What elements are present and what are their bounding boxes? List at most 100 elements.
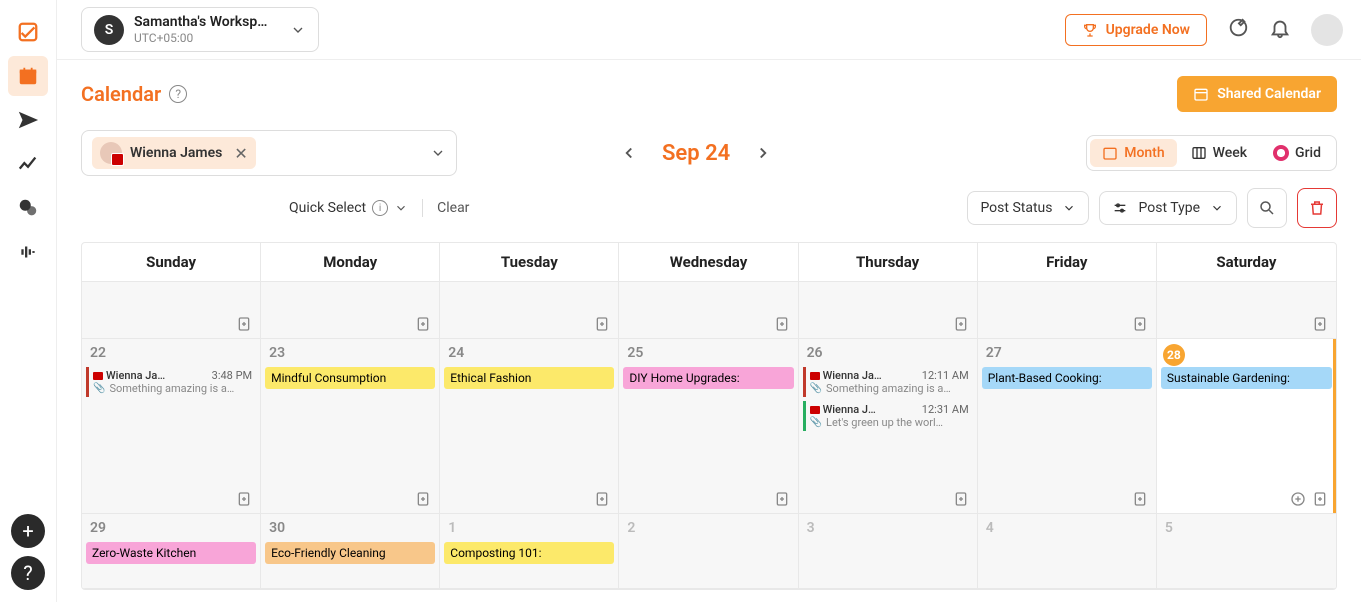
calendar-cell[interactable]: 5: [1157, 514, 1336, 589]
calendar-cell[interactable]: [799, 282, 978, 339]
send-nav-icon[interactable]: [8, 100, 48, 140]
calendar-nav-icon[interactable]: [8, 56, 48, 96]
sidebar: + ?: [0, 0, 56, 602]
calendar-cell[interactable]: 27Plant-Based Cooking:: [978, 339, 1157, 514]
calendar-cell[interactable]: 24Ethical Fashion: [440, 339, 619, 514]
day-header: Thursday: [799, 243, 978, 282]
workspace-selector[interactable]: S Samantha's Worksp… UTC+05:00: [81, 7, 319, 52]
event[interactable]: Zero-Waste Kitchen: [86, 542, 256, 564]
attachment-icon: 📎: [810, 383, 822, 394]
upgrade-button[interactable]: Upgrade Now: [1065, 14, 1207, 46]
add-note-icon[interactable]: [774, 491, 790, 507]
platform-icon: [810, 406, 820, 414]
help-icon[interactable]: ?: [169, 85, 187, 103]
calendar-cell[interactable]: [261, 282, 440, 339]
view-toggle: Month Week Grid: [1086, 135, 1337, 171]
calendar-icon: [1102, 145, 1118, 161]
calendar-cell[interactable]: [978, 282, 1157, 339]
event[interactable]: Mindful Consumption: [265, 367, 435, 389]
calendar-cell[interactable]: [82, 282, 261, 339]
day-header: Friday: [978, 243, 1157, 282]
post-item[interactable]: Wienna J…12:31 AM📎Let's green up the wor…: [803, 401, 973, 431]
post-status-filter[interactable]: Post Status: [967, 191, 1089, 225]
help-button[interactable]: ?: [11, 556, 45, 590]
analytics-nav-icon[interactable]: [8, 144, 48, 184]
bell-icon[interactable]: [1269, 17, 1291, 43]
add-circle-icon[interactable]: [1290, 491, 1306, 507]
add-note-icon[interactable]: [415, 316, 431, 332]
workspace-name: Samantha's Worksp…: [134, 14, 280, 31]
post-item[interactable]: Wienna Ja…3:48 PM 📎Something amazing is …: [86, 367, 256, 397]
calendar-grid: Sunday Monday Tuesday Wednesday Thursday…: [81, 242, 1337, 590]
event[interactable]: Eco-Friendly Cleaning: [265, 542, 435, 564]
notes-icon[interactable]: [1227, 17, 1249, 43]
remove-profile-icon[interactable]: ✕: [234, 144, 247, 163]
event[interactable]: DIY Home Upgrades:: [623, 367, 793, 389]
view-month[interactable]: Month: [1090, 139, 1176, 167]
add-note-icon[interactable]: [953, 316, 969, 332]
day-header: Wednesday: [619, 243, 798, 282]
event[interactable]: Ethical Fashion: [444, 367, 614, 389]
add-note-icon[interactable]: [1312, 316, 1328, 332]
month-label: Sep 24: [662, 141, 730, 166]
calendar-cell[interactable]: 29Zero-Waste Kitchen: [82, 514, 261, 589]
profile-selector[interactable]: Wienna James ✕: [81, 130, 457, 176]
calendar-cell[interactable]: 2: [619, 514, 798, 589]
platform-icon: [93, 372, 103, 380]
columns-icon: [1191, 145, 1207, 161]
topbar: S Samantha's Worksp… UTC+05:00 Upgrade N…: [57, 0, 1361, 60]
delete-button[interactable]: [1297, 188, 1337, 228]
chevron-down-icon: [430, 145, 446, 161]
add-note-icon[interactable]: [774, 316, 790, 332]
add-note-icon[interactable]: [236, 491, 252, 507]
workspace-avatar: S: [94, 15, 124, 45]
add-note-icon[interactable]: [1132, 491, 1148, 507]
audio-nav-icon[interactable]: [8, 232, 48, 272]
quick-select[interactable]: Quick Select i: [289, 200, 408, 216]
calendar-cell[interactable]: [619, 282, 798, 339]
page-header: Calendar ? Shared Calendar: [57, 60, 1361, 122]
search-button[interactable]: [1247, 188, 1287, 228]
add-note-icon[interactable]: [594, 491, 610, 507]
next-month-icon[interactable]: [754, 144, 772, 162]
logo-icon[interactable]: [8, 12, 48, 52]
shared-calendar-label: Shared Calendar: [1217, 86, 1321, 102]
view-week[interactable]: Week: [1179, 139, 1259, 167]
event[interactable]: Composting 101:: [444, 542, 614, 564]
calendar-cell[interactable]: 23Mindful Consumption: [261, 339, 440, 514]
add-note-icon[interactable]: [594, 316, 610, 332]
main: S Samantha's Worksp… UTC+05:00 Upgrade N…: [56, 0, 1361, 602]
add-note-icon[interactable]: [953, 491, 969, 507]
calendar-cell[interactable]: [440, 282, 619, 339]
chat-nav-icon[interactable]: [8, 188, 48, 228]
today-badge: 28: [1163, 344, 1185, 366]
calendar-cell[interactable]: 26 Wienna Ja…12:11 AM📎Something amazing …: [799, 339, 978, 514]
calendar-cell[interactable]: 22 Wienna Ja…3:48 PM 📎Something amazing …: [82, 339, 261, 514]
day-header: Monday: [261, 243, 440, 282]
calendar-cell[interactable]: [1157, 282, 1336, 339]
post-type-filter[interactable]: Post Type: [1099, 191, 1237, 225]
add-button[interactable]: +: [11, 514, 45, 548]
attachment-icon: 📎: [93, 383, 105, 394]
clear-button[interactable]: Clear: [437, 200, 469, 216]
calendar-cell[interactable]: 4: [978, 514, 1157, 589]
add-note-icon[interactable]: [236, 316, 252, 332]
profile-name: Wienna James: [130, 145, 222, 161]
shared-calendar-button[interactable]: Shared Calendar: [1177, 76, 1337, 112]
add-note-icon[interactable]: [1132, 316, 1148, 332]
view-grid[interactable]: Grid: [1261, 139, 1333, 167]
post-item[interactable]: Wienna Ja…12:11 AM📎Something amazing is …: [803, 367, 973, 397]
user-avatar[interactable]: [1311, 14, 1343, 46]
info-icon[interactable]: i: [372, 200, 388, 216]
event[interactable]: Plant-Based Cooking:: [982, 367, 1152, 389]
prev-month-icon[interactable]: [620, 144, 638, 162]
calendar-cell[interactable]: 25DIY Home Upgrades:: [619, 339, 798, 514]
calendar-cell[interactable]: 1Composting 101:: [440, 514, 619, 589]
calendar-cell[interactable]: 30Eco-Friendly Cleaning: [261, 514, 440, 589]
calendar-cell-today[interactable]: 28 Sustainable Gardening:: [1157, 339, 1336, 514]
chevron-down-icon: [290, 22, 306, 38]
add-note-icon[interactable]: [415, 491, 431, 507]
add-note-icon[interactable]: [1312, 491, 1328, 507]
event[interactable]: Sustainable Gardening:: [1161, 367, 1332, 389]
calendar-cell[interactable]: 3: [799, 514, 978, 589]
